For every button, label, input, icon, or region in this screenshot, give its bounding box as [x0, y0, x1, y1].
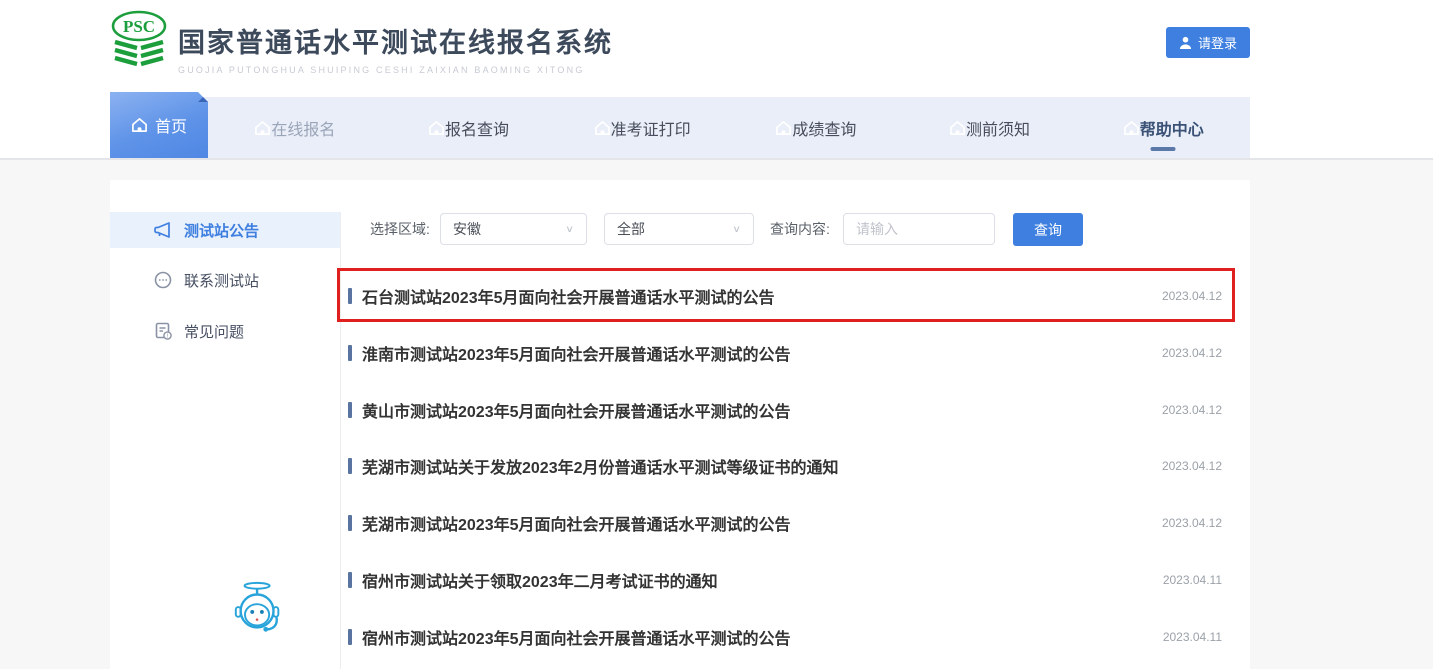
main-nav: 首页 在线报名 报名查询 准考证打印 成绩查询 测前须知 帮助中心 — [110, 92, 1250, 158]
category-select[interactable]: 全部 ∨ — [604, 213, 754, 245]
bullet-marker — [348, 515, 352, 531]
nav-item-online-registration[interactable]: 在线报名 — [208, 97, 382, 158]
home-icon — [950, 120, 965, 135]
logo-text: PSC — [123, 17, 155, 36]
announcement-date: 2023.04.11 — [1162, 630, 1222, 644]
chevron-down-icon: ∨ — [732, 223, 741, 235]
bullet-marker — [348, 458, 352, 474]
megaphone-icon — [154, 221, 172, 239]
announcement-row[interactable]: 芜湖市测试站关于发放2023年2月份普通话水平测试等级证书的通知 2023.04… — [348, 456, 1222, 477]
nav-item-registration-query[interactable]: 报名查询 — [382, 97, 556, 158]
announcement-row[interactable]: 石台测试站2023年5月面向社会开展普通话水平测试的公告 2023.04.12 — [348, 286, 1222, 307]
faq-doc-icon: ! — [154, 322, 172, 340]
announcement-date: 2023.04.12 — [1161, 289, 1222, 303]
region-select-value: 安徽 — [453, 221, 481, 237]
home-icon — [776, 120, 792, 135]
announcement-date: 2023.04.12 — [1161, 459, 1222, 473]
announcement-row[interactable]: 淮南市测试站2023年5月面向社会开展普通话水平测试的公告 2023.04.12 — [348, 343, 1222, 364]
bullet-marker — [348, 345, 352, 361]
site-subtitle: GUOJIA PUTONGHUA SHUIPING CESHI ZAIXIAN … — [178, 65, 585, 75]
sidebar-divider — [340, 212, 341, 669]
active-underline — [1150, 147, 1176, 151]
chat-icon — [154, 271, 172, 289]
home-icon — [594, 120, 610, 135]
service-robot-icon[interactable] — [230, 579, 288, 639]
page: PSC 国家普通话水平测试在线报名系统 GUOJIA PUTONGHUA SHU… — [0, 0, 1433, 669]
announcement-date: 2023.04.12 — [1161, 346, 1222, 360]
nav-item-pretest-notes[interactable]: 测前须知 — [903, 97, 1077, 158]
login-button[interactable]: 请登录 — [1166, 27, 1250, 58]
nav-item-ticket-print[interactable]: 准考证打印 — [555, 97, 729, 158]
home-icon — [255, 120, 271, 135]
bullet-marker — [348, 402, 352, 418]
announcement-row[interactable]: 黄山市测试站2023年5月面向社会开展普通话水平测试的公告 2023.04.12 — [348, 400, 1222, 421]
search-button[interactable]: 查询 — [1013, 213, 1083, 246]
query-input[interactable] — [843, 213, 995, 245]
header-divider — [0, 158, 1433, 160]
announcement-row[interactable]: 芜湖市测试站2023年5月面向社会开展普通话水平测试的公告 2023.04.12 — [348, 513, 1222, 534]
announcement-date: 2023.04.12 — [1161, 403, 1222, 417]
bullet-marker — [348, 629, 352, 645]
announcement-date: 2023.04.12 — [1161, 516, 1222, 530]
home-icon — [132, 118, 147, 132]
query-filter-label: 查询内容: — [770, 221, 830, 237]
chevron-down-icon: ∨ — [565, 223, 574, 235]
bullet-marker — [348, 572, 352, 588]
region-filter-label: 选择区域: — [370, 221, 430, 237]
user-icon — [1179, 36, 1192, 49]
login-label: 请登录 — [1197, 36, 1237, 51]
home-icon — [429, 120, 444, 135]
sidebar-item-station-announcements[interactable]: 测试站公告 — [110, 212, 340, 248]
nav-item-home[interactable]: 首页 — [110, 92, 208, 158]
category-select-value: 全部 — [617, 221, 645, 237]
bullet-marker — [348, 288, 352, 304]
region-select[interactable]: 安徽 ∨ — [440, 213, 587, 245]
nav-item-help-center[interactable]: 帮助中心 — [1076, 97, 1250, 158]
sidebar-item-contact-station[interactable]: 联系测试站 — [110, 262, 340, 298]
announcement-row[interactable]: 宿州市测试站2023年5月面向社会开展普通话水平测试的公告 2023.04.11 — [348, 627, 1222, 648]
brand-block: 国家普通话水平测试在线报名系统 GUOJIA PUTONGHUA SHUIPIN… — [178, 21, 613, 75]
announcement-date: 2023.04.11 — [1162, 573, 1222, 587]
announcement-row[interactable]: 宿州市测试站关于领取2023年二月考试证书的通知 2023.04.11 — [348, 570, 1222, 591]
home-icon — [1123, 120, 1139, 135]
nav-item-score-query[interactable]: 成绩查询 — [729, 97, 903, 158]
site-title: 国家普通话水平测试在线报名系统 — [178, 28, 613, 58]
psc-logo-icon: PSC — [111, 10, 167, 67]
sidebar-item-faq[interactable]: ! 常见问题 — [110, 313, 340, 349]
